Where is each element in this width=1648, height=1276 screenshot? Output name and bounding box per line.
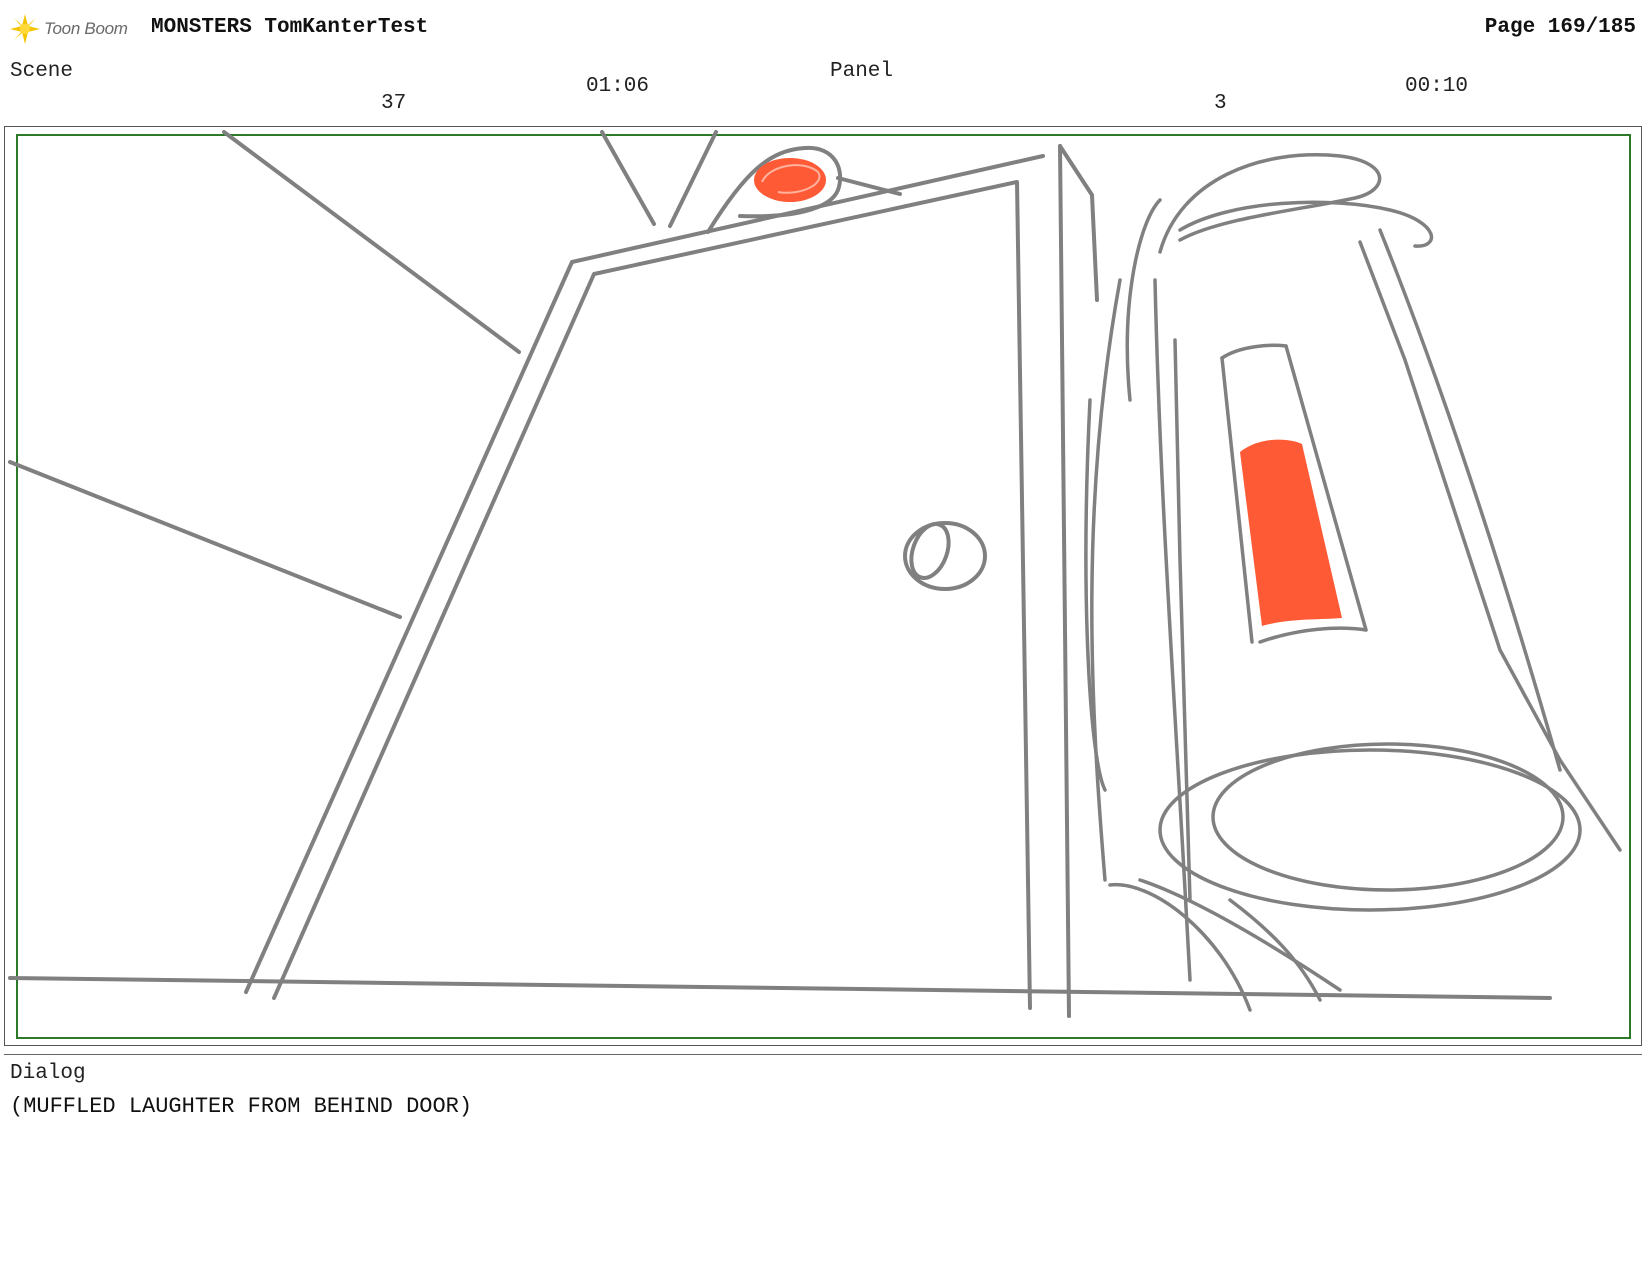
- wall-line-upper: [222, 130, 521, 354]
- door-jamb-top: [1058, 144, 1099, 302]
- dialog-label: Dialog: [10, 1062, 86, 1085]
- red-capsule: [1240, 439, 1342, 626]
- door-frame-outer: [244, 154, 1045, 994]
- dialog-text: (MUFFLED LAUGHTER FROM BEHIND DOOR): [10, 1094, 473, 1119]
- wall-line-lower: [8, 460, 402, 619]
- cylinder-base: [1211, 742, 1565, 892]
- door-jamb-left: [1058, 144, 1071, 1018]
- door-frame-inner: [272, 180, 1032, 1010]
- panel-divider: [4, 1054, 1642, 1055]
- monster-sketch: [1084, 153, 1622, 1012]
- storyboard-sketch: [8, 130, 1622, 1018]
- red-light: [754, 158, 826, 202]
